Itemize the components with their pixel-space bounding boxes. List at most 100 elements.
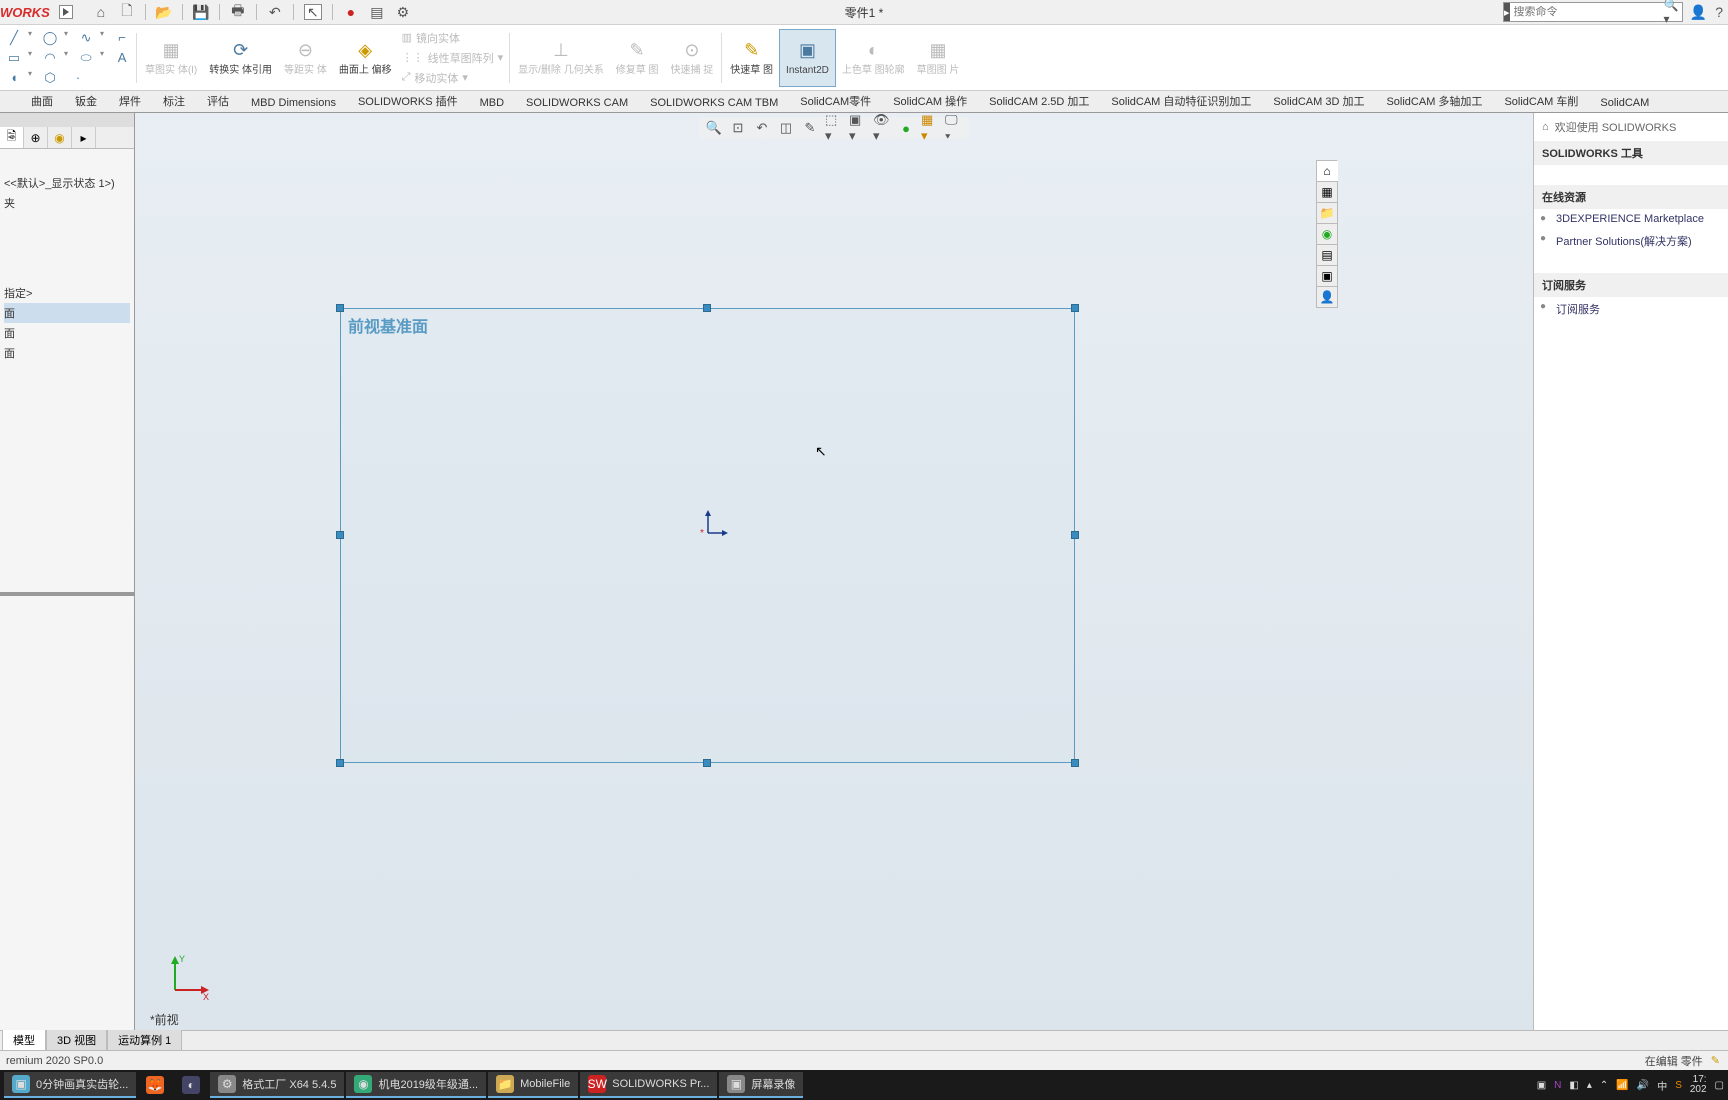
task-tab-forum-icon[interactable]: 👤 [1316, 286, 1338, 308]
text-tool-icon[interactable]: A [112, 49, 132, 67]
convert-entities-button[interactable]: ⟳转换实 体引用 [203, 29, 278, 87]
tab-solidcam-op[interactable]: SolidCAM 操作 [882, 89, 978, 112]
search-icon[interactable]: 🔍 ▾ [1660, 0, 1683, 26]
tray-volume-icon[interactable]: 🔊 [1637, 1080, 1649, 1091]
command-search[interactable]: ▸ 🔍 ▾ [1503, 2, 1683, 22]
tray-chevron-up-icon[interactable]: ▴ [1587, 1080, 1592, 1091]
taskbar-formatfactory[interactable]: ⚙格式工厂 X64 5.4.5 [210, 1072, 344, 1098]
plane-handle[interactable] [336, 759, 344, 767]
section-view-icon[interactable]: ◫ [777, 119, 795, 137]
tree-right-plane[interactable]: 面 [4, 343, 130, 363]
tab-swcam-tbm[interactable]: SOLIDWORKS CAM TBM [639, 93, 789, 112]
tray-onenote-icon[interactable]: N [1554, 1080, 1561, 1091]
taskbar-app-4[interactable]: ◉机电2019级年级通... [346, 1072, 486, 1098]
tree-tab-feature-icon[interactable]: 🗟 [0, 127, 24, 148]
task-tab-home-icon[interactable]: ⌂ [1316, 160, 1338, 182]
zoom-fit-icon[interactable]: 🔍 [705, 119, 723, 137]
new-icon[interactable]: 🗋 [119, 4, 135, 20]
rapid-sketch-button[interactable]: ✎快速草 图 [724, 29, 779, 87]
surface-offset-button[interactable]: ◈曲面上 偏移 [333, 29, 398, 87]
view-orientation-icon[interactable]: ⬚ ▾ [825, 119, 843, 137]
taskbar-app-0[interactable]: ▣0分钟画真实齿轮... [4, 1072, 136, 1098]
plane-handle[interactable] [336, 531, 344, 539]
point-tool-icon[interactable]: · [68, 69, 88, 87]
line-tool-icon[interactable]: ╱ [4, 29, 24, 47]
tab-model[interactable]: 模型 [2, 1030, 46, 1051]
taskbar-solidworks[interactable]: SWSOLIDWORKS Pr... [580, 1072, 717, 1098]
help-icon[interactable]: ? [1715, 4, 1723, 21]
tree-folder[interactable]: 夹 [4, 193, 130, 213]
circle-tool-icon[interactable]: ◯ [40, 29, 60, 47]
fillet-tool-icon[interactable]: ⌐ [112, 29, 132, 47]
tab-sheetmetal[interactable]: 钣金 [64, 89, 108, 112]
select-icon[interactable]: ↖ [304, 4, 322, 20]
taskbar-firefox-icon[interactable]: 🦊 [138, 1072, 172, 1098]
tree-tab-arrow-icon[interactable]: ▸ [72, 127, 96, 148]
rectangle-tool-icon[interactable]: ▭ [4, 49, 24, 67]
tree-tab-config-icon[interactable]: ◉ [48, 127, 72, 148]
task-tab-library-icon[interactable]: 📁 [1316, 202, 1338, 224]
zoom-area-icon[interactable]: ⊡ [729, 119, 747, 137]
plane-handle[interactable] [336, 304, 344, 312]
task-tab-properties-icon[interactable]: ▣ [1316, 265, 1338, 287]
tray-wifi-icon[interactable]: 📶 [1616, 1080, 1628, 1091]
ellipse-tool-icon[interactable]: ⬭ [76, 49, 96, 67]
taskbar-mobilefile[interactable]: 📁MobileFile [488, 1072, 578, 1098]
tray-caret-icon[interactable]: ⌃ [1600, 1080, 1608, 1091]
rebuild-icon[interactable]: ● [343, 4, 359, 20]
dynamic-annotation-icon[interactable]: ✎ [801, 119, 819, 137]
tray-notification-icon[interactable]: ▢ [1715, 1080, 1724, 1091]
taskbar-screenrec[interactable]: ▣屏幕录像 [719, 1072, 803, 1098]
plane-handle[interactable] [1071, 531, 1079, 539]
tree-front-plane[interactable]: 面 [4, 303, 130, 323]
tray-clock[interactable]: 17: 202 [1690, 1075, 1707, 1095]
task-partner-link[interactable]: Partner Solutions(解决方案) [1534, 229, 1728, 253]
status-gear-icon[interactable]: ✎ [1711, 1054, 1720, 1067]
apply-scene-icon[interactable]: ▦ ▾ [921, 119, 939, 137]
tab-mbd-dim[interactable]: MBD Dimensions [240, 93, 347, 112]
task-marketplace-link[interactable]: 3DEXPERIENCE Marketplace [1534, 209, 1728, 229]
arc-tool-icon[interactable]: ◠ [40, 49, 60, 67]
graphics-canvas[interactable]: 🔍 ⊡ ↶ ◫ ✎ ⬚ ▾ ▣ ▾ 👁 ▾ ● ▦ ▾ 🖵 ▾ 前视基准面 * [135, 113, 1533, 1030]
tab-solidcam-turn[interactable]: SolidCAM 车削 [1493, 89, 1589, 112]
print-icon[interactable]: 🖶 [230, 4, 246, 20]
tab-solidcam-multi[interactable]: SolidCAM 多轴加工 [1375, 89, 1493, 112]
tray-icon[interactable]: ◧ [1569, 1080, 1578, 1091]
tab-solidcam-3d[interactable]: SolidCAM 3D 加工 [1262, 89, 1375, 112]
tab-weldment[interactable]: 焊件 [108, 89, 152, 112]
doc-props-icon[interactable]: ▤ [369, 4, 385, 20]
tab-mbd[interactable]: MBD [469, 93, 515, 112]
tab-addins[interactable]: SOLIDWORKS 插件 [347, 89, 469, 112]
spline-tool-icon[interactable]: ∿ [76, 29, 96, 47]
tab-annotate[interactable]: 标注 [152, 89, 196, 112]
taskbar-app-2[interactable]: ◐ [174, 1072, 208, 1098]
tab-solidcam[interactable]: SolidCAM [1589, 93, 1660, 112]
task-tab-appearance-icon[interactable]: ▤ [1316, 244, 1338, 266]
tab-solidcam-part[interactable]: SolidCAM零件 [789, 89, 882, 112]
task-subscribe-link[interactable]: 订阅服务 [1534, 297, 1728, 321]
tray-icon[interactable]: ▣ [1537, 1080, 1546, 1091]
tab-evaluate[interactable]: 评估 [196, 89, 240, 112]
tray-sogou-icon[interactable]: S [1675, 1080, 1682, 1091]
tree-unspecified[interactable]: 指定> [4, 283, 130, 303]
view-settings-icon[interactable]: 🖵 ▾ [945, 119, 963, 137]
open-icon[interactable]: 📂 [156, 4, 172, 20]
home-icon[interactable]: ⌂ [93, 4, 109, 20]
options-icon[interactable]: ⚙ [395, 4, 411, 20]
polygon-tool-icon[interactable]: ⬡ [40, 69, 60, 87]
play-icon[interactable] [59, 5, 73, 19]
tab-solidcam-afr[interactable]: SolidCAM 自动特征识别加工 [1100, 89, 1262, 112]
task-tab-view-palette-icon[interactable]: ◉ [1316, 223, 1338, 245]
plane-handle[interactable] [1071, 759, 1079, 767]
display-style-icon[interactable]: ▣ ▾ [849, 119, 867, 137]
save-icon[interactable]: 💾 [193, 4, 209, 20]
previous-view-icon[interactable]: ↶ [753, 119, 771, 137]
tab-solidcam-25d[interactable]: SolidCAM 2.5D 加工 [978, 89, 1100, 112]
hide-show-icon[interactable]: 👁 ▾ [873, 119, 891, 137]
tree-display-state[interactable]: <<默认>_显示状态 1>) [4, 173, 130, 193]
tab-3dview[interactable]: 3D 视图 [46, 1030, 107, 1051]
tab-motion[interactable]: 运动算例 1 [107, 1030, 182, 1051]
plane-handle[interactable] [1071, 304, 1079, 312]
plane-handle[interactable] [703, 304, 711, 312]
tree-top-plane[interactable]: 面 [4, 323, 130, 343]
